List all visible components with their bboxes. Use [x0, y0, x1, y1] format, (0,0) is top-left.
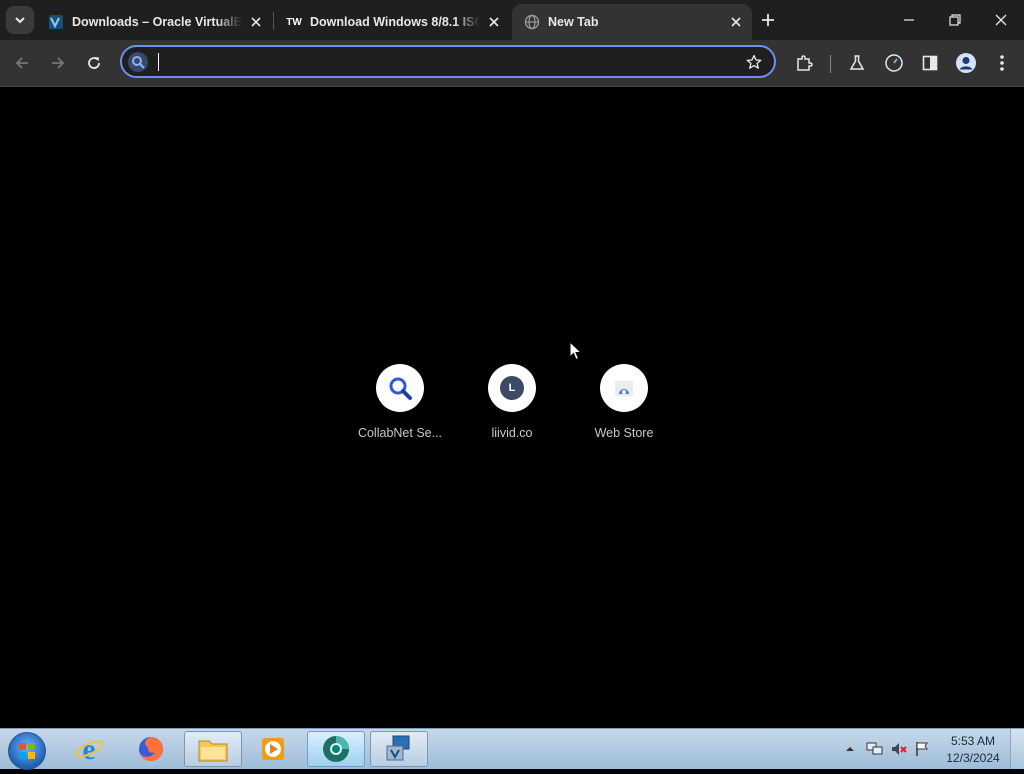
virtualbox-icon	[48, 14, 64, 30]
clock-time: 5:53 AM	[950, 734, 996, 748]
taskbar-file-explorer[interactable]	[184, 731, 242, 767]
tab-new-tab[interactable]: New Tab	[512, 4, 752, 40]
tab-title: Downloads – Oracle VirtualBox	[72, 15, 242, 29]
tab-virtualbox[interactable]: Downloads – Oracle VirtualBox	[36, 4, 272, 40]
restore-icon	[949, 14, 961, 26]
chevron-down-icon	[15, 17, 25, 24]
taskbar-chrome-dev[interactable]	[307, 731, 365, 767]
browser-toolbar	[0, 40, 1024, 87]
tab-title: Download Windows 8/8.1 ISO	[310, 15, 480, 29]
taskbar: e 5:53 AM 12/3/2024	[0, 728, 1024, 770]
address-input[interactable]	[156, 51, 740, 75]
search-icon	[389, 377, 412, 400]
letter-avatar: L	[500, 376, 524, 400]
avatar-icon	[956, 53, 976, 73]
labs-button[interactable]	[845, 51, 869, 75]
flask-icon	[849, 55, 865, 70]
speedometer-icon	[885, 54, 903, 72]
shortcut-label: CollabNet Se...	[357, 426, 443, 440]
minimize-button[interactable]	[886, 0, 932, 40]
shortcut-web-store[interactable]: Web Store	[574, 364, 674, 440]
arrow-right-icon	[52, 57, 65, 69]
shortcut-tile	[600, 364, 648, 412]
reload-icon	[88, 57, 100, 69]
kebab-menu-icon	[1000, 55, 1004, 71]
svg-text:e: e	[82, 734, 95, 764]
minimize-icon	[904, 19, 914, 21]
reload-button[interactable]	[82, 51, 106, 75]
taskbar-media-player[interactable]	[244, 731, 302, 767]
text-caret	[158, 53, 159, 71]
address-bar[interactable]	[120, 45, 776, 78]
clock-date: 12/3/2024	[946, 751, 1000, 765]
back-button[interactable]	[10, 51, 34, 75]
menu-button[interactable]	[990, 51, 1014, 75]
show-desktop-button[interactable]	[1010, 729, 1024, 769]
firefox-icon	[139, 737, 163, 761]
puzzle-icon	[797, 55, 813, 71]
tw-icon: TW	[286, 16, 302, 28]
network-icon[interactable]	[866, 741, 884, 757]
shortcut-label: Web Store	[594, 426, 654, 440]
web-store-icon	[615, 381, 633, 396]
taskbar-virtualbox[interactable]	[370, 731, 428, 767]
action-center-flag-icon[interactable]	[914, 741, 930, 757]
taskbar-firefox[interactable]	[122, 731, 180, 767]
tab-strip: Downloads – Oracle VirtualBox TW Downloa…	[0, 0, 1024, 40]
shortcut-liivid[interactable]: L liivid.co	[462, 364, 562, 440]
mouse-cursor-icon	[569, 341, 583, 361]
extensions-button[interactable]	[792, 51, 816, 75]
taskbar-clock[interactable]: 5:53 AM 12/3/2024	[940, 733, 1006, 767]
media-player-icon	[262, 738, 284, 760]
shortcut-tile: L	[488, 364, 536, 412]
virtualbox-icon	[386, 735, 410, 761]
globe-icon	[524, 14, 540, 30]
plus-icon	[762, 14, 774, 26]
new-tab-button[interactable]	[758, 10, 778, 30]
close-icon[interactable]	[728, 14, 744, 30]
shortcut-label: liivid.co	[491, 426, 533, 440]
close-icon	[995, 14, 1007, 26]
chrome-dev-icon	[323, 736, 349, 762]
start-button[interactable]	[8, 732, 46, 770]
shortcut-collabnet[interactable]: CollabNet Se...	[350, 364, 450, 440]
performance-button[interactable]	[882, 51, 906, 75]
windows-logo-icon	[19, 743, 35, 759]
profile-button[interactable]	[954, 51, 978, 75]
tab-windows-iso[interactable]: TW Download Windows 8/8.1 ISO	[274, 4, 510, 40]
bookmark-star-icon[interactable]	[744, 52, 764, 72]
tab-title: New Tab	[548, 15, 599, 29]
side-panel-icon	[922, 55, 938, 71]
internet-explorer-icon: e	[75, 734, 103, 764]
toolbar-divider	[830, 55, 831, 73]
tab-search-button[interactable]	[6, 6, 34, 34]
forward-button[interactable]	[46, 51, 70, 75]
restore-button[interactable]	[932, 0, 978, 40]
show-hidden-icons-icon[interactable]	[844, 744, 856, 754]
side-panel-button[interactable]	[918, 51, 942, 75]
taskbar-internet-explorer[interactable]: e	[60, 731, 118, 767]
folder-icon	[198, 740, 228, 762]
search-icon	[128, 52, 148, 72]
close-window-button[interactable]	[978, 0, 1024, 40]
volume-muted-icon[interactable]	[890, 741, 908, 757]
system-tray	[844, 729, 930, 769]
close-icon[interactable]	[248, 14, 264, 30]
arrow-left-icon	[15, 57, 28, 69]
close-icon[interactable]	[486, 14, 502, 30]
shortcut-tile	[376, 364, 424, 412]
